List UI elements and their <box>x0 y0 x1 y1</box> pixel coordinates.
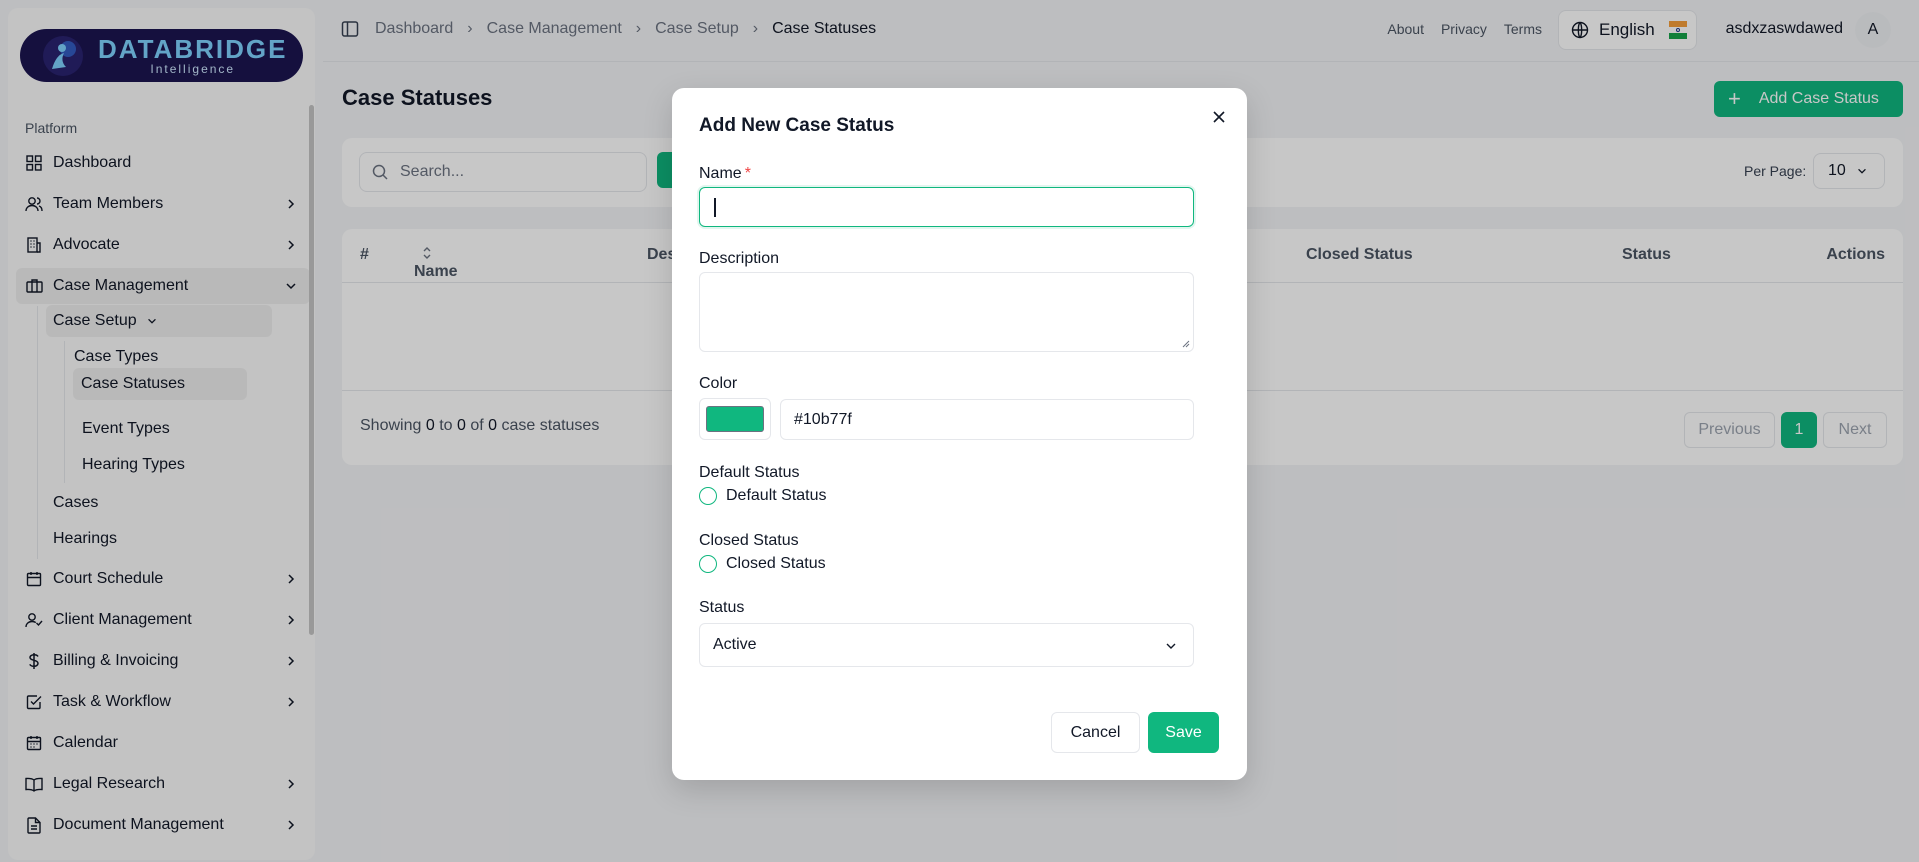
status-select[interactable]: Active <box>699 623 1194 667</box>
resize-handle-icon[interactable] <box>1182 340 1190 348</box>
save-button[interactable]: Save <box>1148 712 1219 753</box>
chevron-down-icon <box>1166 643 1176 649</box>
status-select-value: Active <box>713 636 757 653</box>
name-label-text: Name <box>699 165 742 182</box>
closed-status-label: Closed Status <box>699 532 799 549</box>
color-label: Color <box>699 375 738 392</box>
color-hex-input[interactable]: #10b77f <box>780 399 1194 440</box>
required-indicator: * <box>744 165 751 182</box>
text-cursor <box>714 198 716 217</box>
default-status-checkbox-label: Default Status <box>726 487 827 504</box>
default-status-label: Default Status <box>699 464 800 481</box>
description-field[interactable] <box>699 272 1194 352</box>
dialog-title: Add New Case Status <box>699 115 895 136</box>
color-picker[interactable] <box>699 398 771 440</box>
default-status-checkbox-row[interactable]: Default Status <box>699 487 827 505</box>
close-icon[interactable] <box>1210 108 1228 126</box>
closed-status-checkbox-row[interactable]: Closed Status <box>699 555 826 573</box>
closed-status-checkbox[interactable] <box>699 555 717 573</box>
color-swatch <box>706 406 764 432</box>
closed-status-checkbox-label: Closed Status <box>726 555 826 572</box>
name-field[interactable] <box>699 187 1194 227</box>
name-label: Name * <box>699 165 751 183</box>
cancel-button[interactable]: Cancel <box>1051 712 1140 753</box>
status-label: Status <box>699 599 745 616</box>
default-status-checkbox[interactable] <box>699 487 717 505</box>
add-case-status-dialog: Add New Case Status Name * Description Co… <box>672 88 1247 780</box>
description-label: Description <box>699 250 780 267</box>
